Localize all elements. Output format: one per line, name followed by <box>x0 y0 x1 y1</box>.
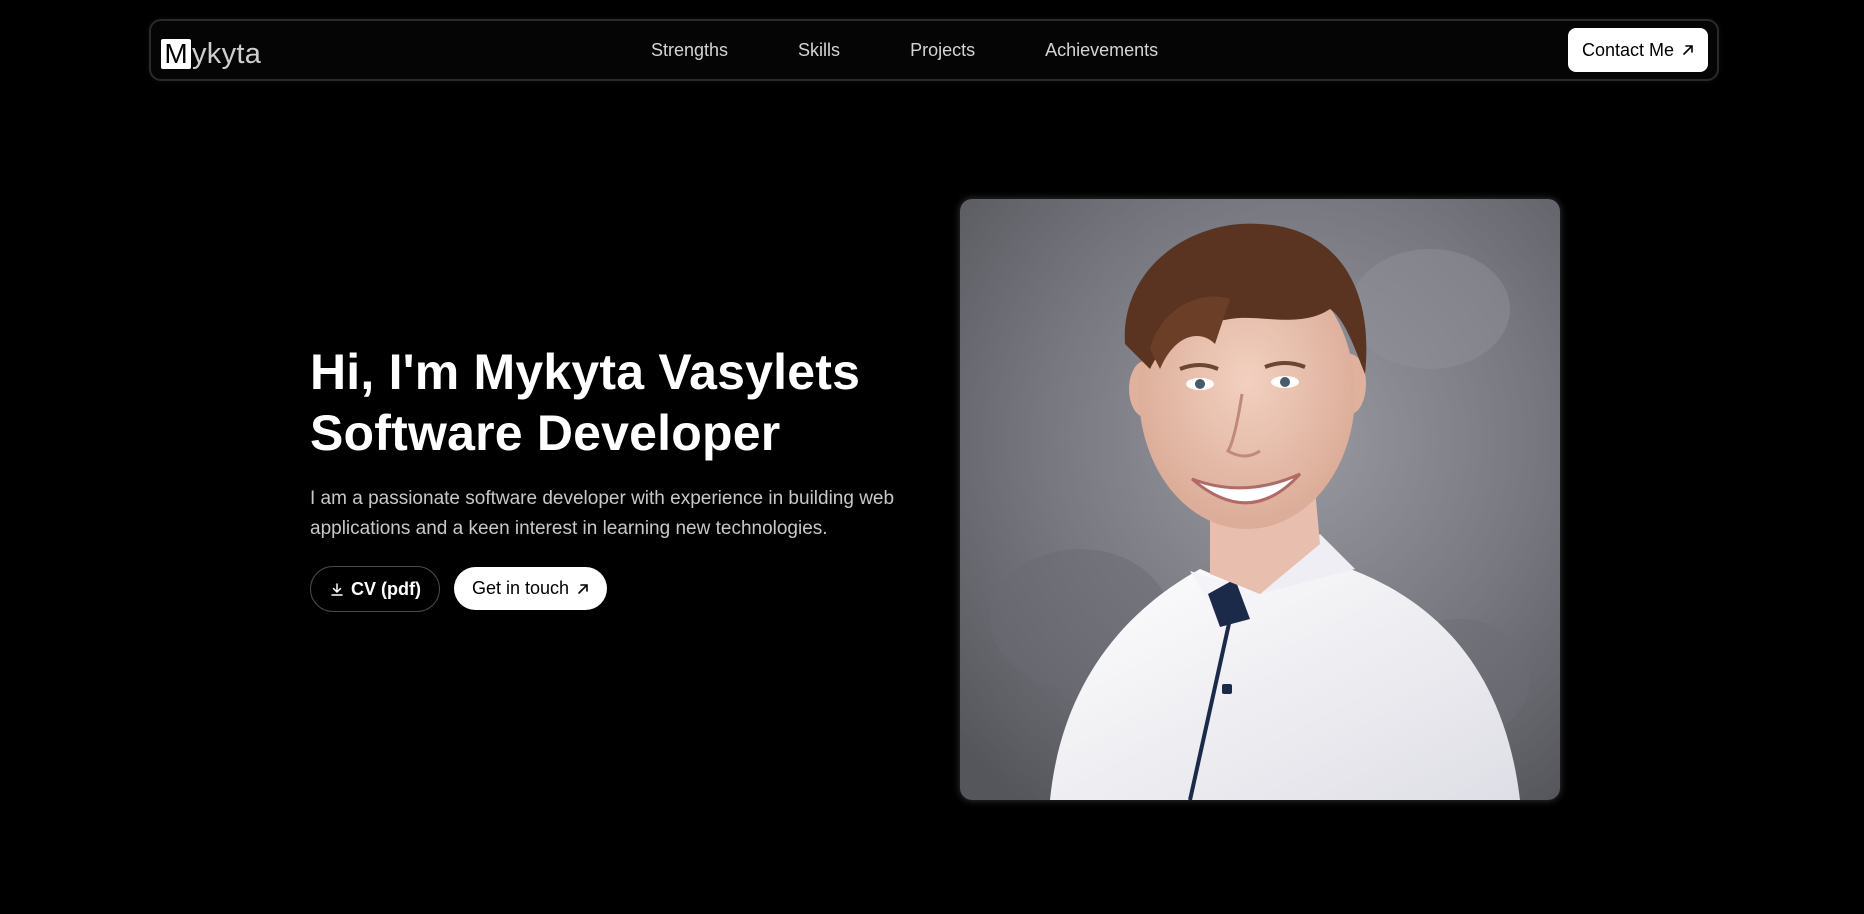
nav-links: Strengths Skills Projects Achievements <box>651 21 1158 79</box>
hero-title: Hi, I'm Mykyta Vasylets Software Develop… <box>310 342 930 464</box>
contact-me-label: Contact Me <box>1581 39 1675 60</box>
hero-title-line1: Hi, I'm Mykyta Vasylets <box>310 344 861 400</box>
nav-link-strengths[interactable]: Strengths <box>651 40 728 61</box>
hero-title-line2: Software Developer <box>310 405 781 461</box>
nav-link-achievements[interactable]: Achievements <box>1045 40 1158 61</box>
profile-photo <box>960 199 1560 800</box>
logo-initial: M <box>161 39 191 69</box>
logo[interactable]: M ykyta <box>161 31 261 69</box>
contact-me-button[interactable]: Contact Me <box>1568 28 1708 72</box>
cv-download-button[interactable]: CV (pdf) <box>310 566 440 612</box>
hero-section: Hi, I'm Mykyta Vasylets Software Develop… <box>310 342 930 612</box>
download-icon <box>331 582 343 596</box>
arrow-up-right-icon <box>577 583 589 595</box>
hero-description: I am a passionate software developer wit… <box>310 488 895 539</box>
get-in-touch-button[interactable]: Get in touch <box>453 567 608 610</box>
cv-download-label: CV (pdf) <box>351 578 421 599</box>
logo-text: ykyta <box>192 38 262 70</box>
nav-link-projects[interactable]: Projects <box>910 40 975 61</box>
arrow-up-right-icon <box>1682 44 1694 56</box>
navbar: M ykyta Strengths Skills Projects Achiev… <box>149 19 1719 81</box>
nav-link-skills[interactable]: Skills <box>798 40 840 61</box>
get-in-touch-label: Get in touch <box>471 578 570 598</box>
hero-buttons: CV (pdf) Get in touch <box>310 566 930 612</box>
